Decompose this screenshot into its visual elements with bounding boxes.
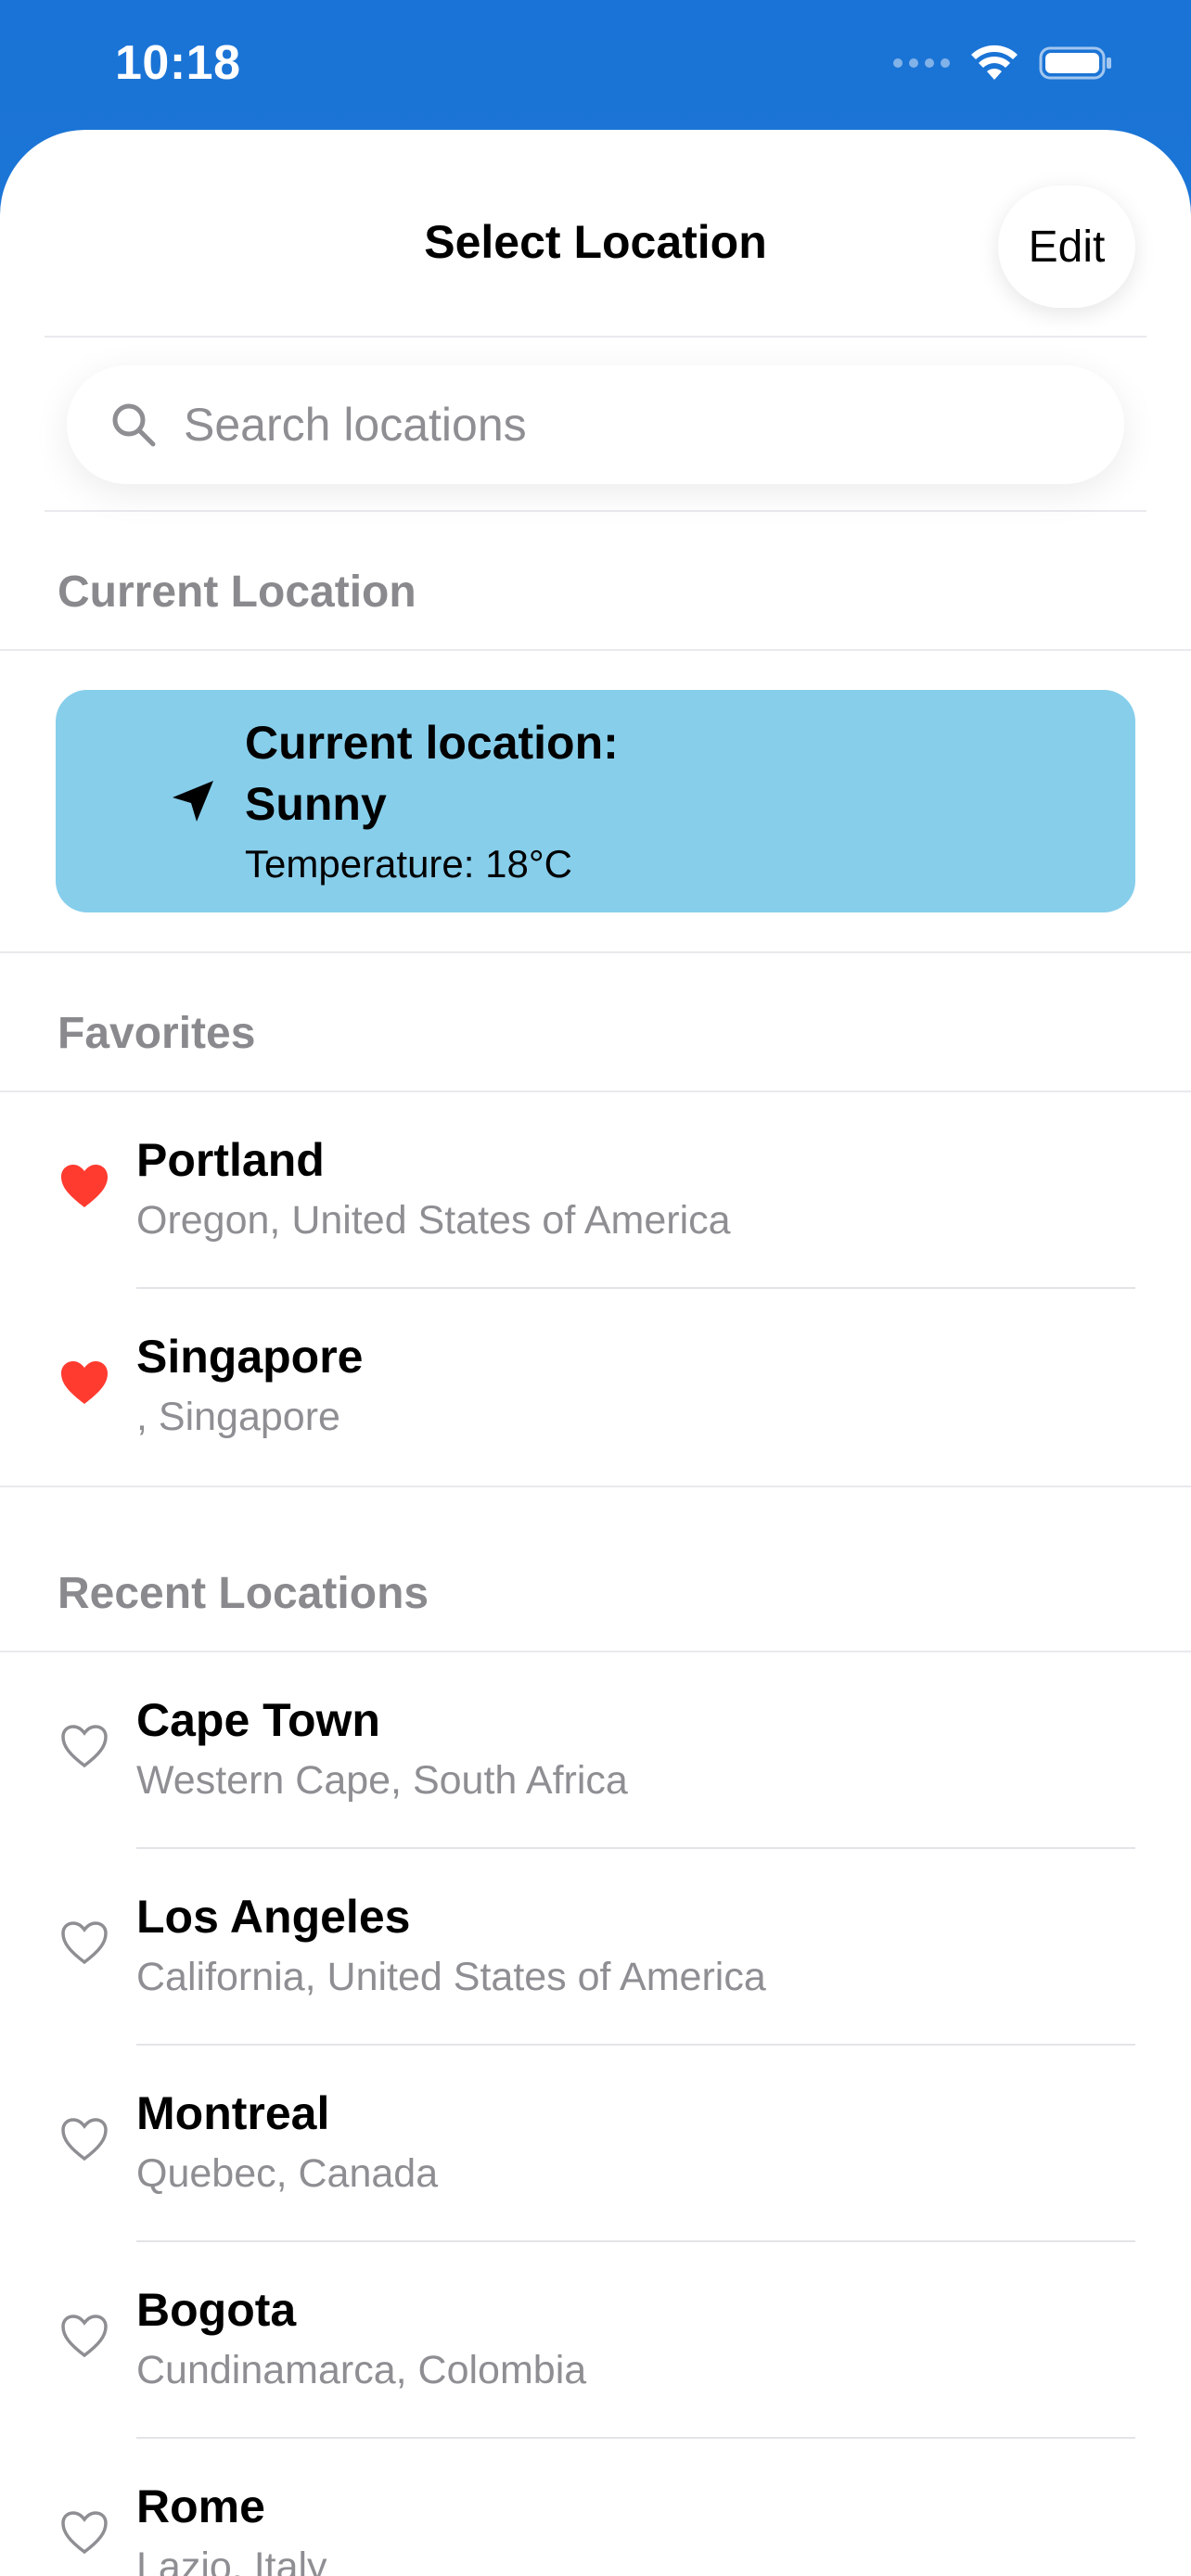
- list-item-rome[interactable]: Rome Lazio, Italy: [0, 2439, 1191, 2576]
- recent-locations-list: Cape Town Western Cape, South Africa Los…: [0, 1652, 1191, 2576]
- battery-icon: [1039, 46, 1111, 80]
- list-item-bogota[interactable]: Bogota Cundinamarca, Colombia: [0, 2242, 1191, 2439]
- section-title: Current Location: [58, 567, 416, 617]
- heart-outline-icon[interactable]: [59, 2313, 109, 2359]
- heart-filled-icon[interactable]: [59, 1163, 109, 1209]
- current-temperature: Temperature: 18°C: [245, 842, 572, 886]
- location-name: Bogota: [136, 2284, 297, 2336]
- app-screen: 10:18 Select Location Edit Search locati…: [0, 0, 1191, 2576]
- location-arrow-icon: [173, 781, 213, 822]
- status-icons: [893, 45, 1113, 82]
- heart-outline-icon[interactable]: [59, 1919, 109, 1966]
- heart-outline-icon[interactable]: [59, 1723, 109, 1769]
- current-location-label: Current location:: [245, 717, 619, 769]
- current-weather-condition: Sunny: [245, 778, 387, 830]
- section-title: Recent Locations: [58, 1569, 429, 1618]
- heart-outline-icon[interactable]: [59, 2116, 109, 2162]
- location-region: Oregon, United States of America: [136, 1198, 731, 1243]
- location-name: Singapore: [136, 1331, 364, 1383]
- heart-outline-icon[interactable]: [59, 2509, 109, 2556]
- location-name: Portland: [136, 1134, 325, 1186]
- section-title: Favorites: [58, 1009, 256, 1058]
- list-item-singapore[interactable]: Singapore , Singapore: [0, 1289, 1191, 1486]
- location-name: Los Angeles: [136, 1891, 411, 1943]
- location-region: Lazio, Italy: [136, 2544, 327, 2576]
- section-header-favorites: Favorites: [0, 1009, 1191, 1090]
- location-region: California, United States of America: [136, 1955, 766, 1999]
- location-region: Cundinamarca, Colombia: [136, 2348, 587, 2392]
- location-region: , Singapore: [136, 1395, 340, 1439]
- list-item-los-angeles[interactable]: Los Angeles California, United States of…: [0, 1849, 1191, 2046]
- wifi-icon: [971, 45, 1018, 80]
- edit-button[interactable]: Edit: [998, 185, 1135, 308]
- search-field[interactable]: [67, 365, 1124, 484]
- location-region: Quebec, Canada: [136, 2151, 439, 2196]
- cellular-signal-icon: [893, 58, 950, 68]
- favorites-list: Portland Oregon, United States of Americ…: [0, 1092, 1191, 1486]
- section-header-recent: Recent Locations: [0, 1547, 1191, 1651]
- location-name: Rome: [136, 2480, 265, 2532]
- list-item-montreal[interactable]: Montreal Quebec, Canada: [0, 2046, 1191, 2242]
- search-bar: [0, 338, 1191, 510]
- search-icon: [106, 397, 161, 453]
- location-name: Montreal: [136, 2087, 330, 2139]
- list-item-portland[interactable]: Portland Oregon, United States of Americ…: [0, 1092, 1191, 1289]
- current-location-section: Current location: Sunny Temperature: 18°…: [0, 651, 1191, 951]
- sheet-header: Select Location Edit: [0, 130, 1191, 336]
- search-input[interactable]: [182, 397, 1020, 453]
- location-name: Cape Town: [136, 1694, 380, 1746]
- section-header-current: Current Location: [0, 512, 1191, 649]
- heart-filled-icon[interactable]: [59, 1359, 109, 1406]
- status-time: 10:18: [115, 36, 241, 90]
- location-region: Western Cape, South Africa: [136, 1758, 628, 1803]
- list-item-cape-town[interactable]: Cape Town Western Cape, South Africa: [0, 1652, 1191, 1849]
- status-bar: 10:18: [0, 0, 1191, 130]
- current-location-card[interactable]: Current location: Sunny Temperature: 18°…: [56, 690, 1135, 912]
- location-sheet: Select Location Edit Current Location: [0, 130, 1191, 2576]
